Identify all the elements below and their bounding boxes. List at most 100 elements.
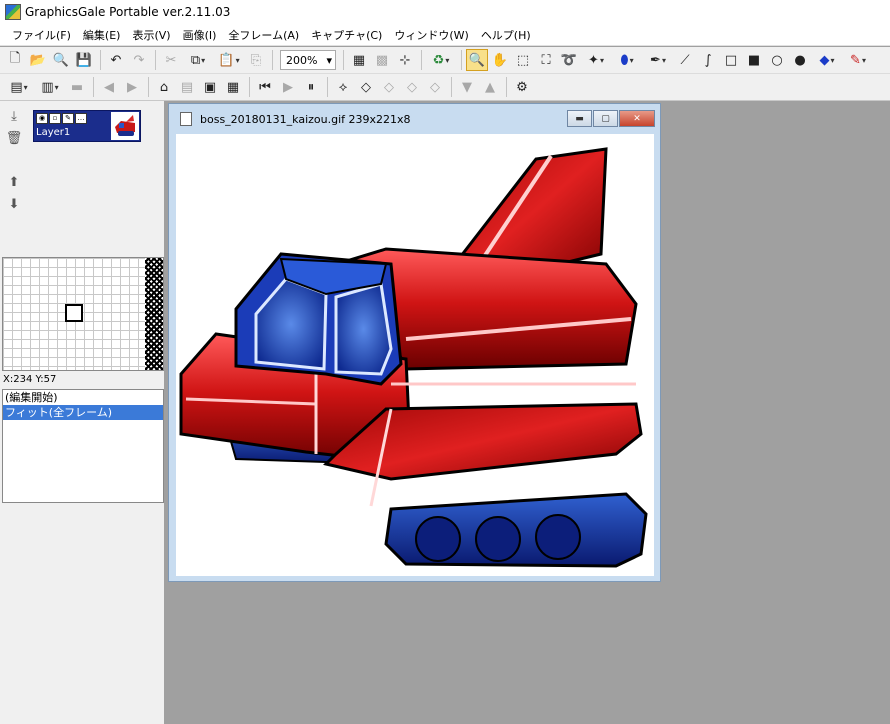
next-arrow-icon[interactable]: ▶ xyxy=(121,76,143,98)
arrow-down-icon[interactable]: ⬇ xyxy=(4,197,24,217)
move-down-icon[interactable]: ▼ xyxy=(456,76,478,98)
open-file-icon[interactable]: 📂 xyxy=(27,49,49,71)
lasso-icon[interactable]: ➰ xyxy=(558,49,580,71)
zoom-value: 200% xyxy=(286,53,318,67)
separator xyxy=(155,50,156,70)
paste-special-icon[interactable]: ⎘ xyxy=(245,49,267,71)
first-frame-icon[interactable]: ⏮ xyxy=(254,76,276,98)
transparent-pattern xyxy=(145,258,163,370)
play-icon[interactable]: ▶ xyxy=(277,76,299,98)
zoom-tool-icon[interactable]: 🔍 xyxy=(466,49,488,71)
trash-icon[interactable]: 🗑 xyxy=(4,131,24,151)
layer-merge-icon[interactable]: ▥ xyxy=(35,76,65,98)
rectangle-tool-icon[interactable]: □ xyxy=(720,49,742,71)
pixel-grid-icon[interactable]: ▩ xyxy=(371,49,393,71)
preview-grid[interactable] xyxy=(2,257,164,371)
document-icon xyxy=(180,112,192,126)
window-buttons: ▬ ▢ ✕ xyxy=(566,110,655,127)
menu-capture[interactable]: キャプチャ(C) xyxy=(305,27,388,43)
menu-file[interactable]: ファイル(F) xyxy=(6,27,77,43)
onion-remove-icon[interactable]: ◇ xyxy=(424,76,446,98)
frame-toolbar: ▤ ▥ ▬ ◀ ▶ ⌂ ▤ ▣ ▦ ⏮ ▶ ⏸ ⟡ ◇ ◇ ◇ ◇ ▼ ▲ ⚙ xyxy=(0,74,890,101)
onion-prev-icon[interactable]: ◇ xyxy=(355,76,377,98)
separator xyxy=(421,50,422,70)
layer-item[interactable]: ◉ ▫ ✎ … Layer1 xyxy=(33,110,141,142)
onion-skin-icon[interactable]: ⟡ xyxy=(332,76,354,98)
menu-window[interactable]: ウィンドウ(W) xyxy=(388,27,474,43)
menu-bar: ファイル(F) 編集(E) 表示(V) 画像(I) 全フレーム(A) キャプチャ… xyxy=(0,24,890,46)
zoom-select[interactable]: 200% ▾ xyxy=(280,50,336,70)
prev-arrow-icon[interactable]: ◀ xyxy=(98,76,120,98)
menu-image[interactable]: 画像(I) xyxy=(177,27,223,43)
line-tool-icon[interactable]: ⟋ xyxy=(674,49,696,71)
undo-icon[interactable]: ↶ xyxy=(105,49,127,71)
layer-name: Layer1 xyxy=(36,127,71,138)
menu-view[interactable]: 表示(V) xyxy=(126,27,176,43)
layer-tools: ⤓ 🗑 ⬆ ⬇ xyxy=(4,109,24,219)
selection-grid-icon[interactable]: ⊹ xyxy=(394,49,416,71)
lock-icon[interactable]: ▫ xyxy=(49,113,61,124)
frame-delete-icon[interactable]: ▦ xyxy=(222,76,244,98)
cut-icon[interactable]: ✂ xyxy=(160,49,182,71)
hand-tool-icon[interactable]: ✋ xyxy=(489,49,511,71)
frame-copy-icon[interactable]: ▣ xyxy=(199,76,221,98)
maximize-icon[interactable]: ▢ xyxy=(593,110,618,127)
save-icon[interactable]: 💾 xyxy=(73,49,95,71)
menu-help[interactable]: ヘルプ(H) xyxy=(475,27,537,43)
app-titlebar: GraphicsGale Portable ver.2.11.03 xyxy=(0,0,890,24)
fill-tool-icon[interactable]: ◆ xyxy=(812,49,842,71)
separator xyxy=(506,77,507,97)
redo-icon[interactable]: ↷ xyxy=(128,49,150,71)
document-title: boss_20180131_kaizou.gif 239x221x8 xyxy=(200,112,411,126)
curve-tool-icon[interactable]: ∫ xyxy=(697,49,719,71)
chevron-down-icon: ▾ xyxy=(326,53,332,67)
edit-icon[interactable]: ✎ xyxy=(62,113,74,124)
magic-wand-icon[interactable]: ✦ xyxy=(581,49,611,71)
app-title: GraphicsGale Portable ver.2.11.03 xyxy=(25,5,231,19)
paste-icon[interactable]: 📋 xyxy=(214,49,244,71)
new-file-icon[interactable]: 🗋 xyxy=(4,49,26,71)
magnifier-icon[interactable]: 🔍 xyxy=(50,49,72,71)
download-icon[interactable]: ⤓ xyxy=(4,109,24,129)
onion-add-icon[interactable]: ◇ xyxy=(401,76,423,98)
separator xyxy=(461,50,462,70)
color-brush-icon[interactable]: ✎ xyxy=(843,49,873,71)
left-panel: ⤓ 🗑 ⬆ ⬇ ◉ ▫ ✎ … Layer1 X:234 Y:57 (編集開始)… xyxy=(0,101,165,724)
frame-settings-icon[interactable]: ⚙ xyxy=(511,76,533,98)
copy-icon[interactable]: ⧉ xyxy=(183,49,213,71)
filled-ellipse-icon[interactable]: ● xyxy=(789,49,811,71)
document-titlebar[interactable]: boss_20180131_kaizou.gif 239x221x8 ▬ ▢ ✕ xyxy=(169,104,660,134)
main-toolbar: 🗋 📂 🔍 💾 ↶ ↷ ✂ ⧉ 📋 ⎘ 200%▾ ▦ ▩ ⊹ ♻ 🔍 ✋ ⬚ … xyxy=(0,47,890,74)
pen-tool-icon[interactable]: ✒ xyxy=(643,49,673,71)
separator xyxy=(249,77,250,97)
separator xyxy=(93,77,94,97)
separator xyxy=(327,77,328,97)
move-up-icon[interactable]: ▲ xyxy=(479,76,501,98)
more-icon[interactable]: … xyxy=(75,113,87,124)
close-icon[interactable]: ✕ xyxy=(619,110,655,127)
ellipse-tool-icon[interactable]: ○ xyxy=(766,49,788,71)
layer-thumbnail xyxy=(111,112,139,140)
onion-next-icon[interactable]: ◇ xyxy=(378,76,400,98)
rect-select-icon[interactable]: ⬚ xyxy=(512,49,534,71)
ellipse-select-icon[interactable]: ⬮ xyxy=(612,49,642,71)
minimize-icon[interactable]: ▬ xyxy=(567,110,592,127)
history-item-selected[interactable]: フィット(全フレーム) xyxy=(3,405,163,420)
menu-all-frames[interactable]: 全フレーム(A) xyxy=(222,27,305,43)
layer-add-icon[interactable]: ▤ xyxy=(4,76,34,98)
frame-add-icon[interactable]: ▤ xyxy=(176,76,198,98)
grid-icon[interactable]: ▦ xyxy=(348,49,370,71)
visibility-icon[interactable]: ◉ xyxy=(36,113,48,124)
filled-rectangle-icon[interactable]: ■ xyxy=(743,49,765,71)
history-item[interactable]: (編集開始) xyxy=(3,390,163,405)
marquee-select-icon[interactable]: ⛶ xyxy=(535,49,557,71)
layer-strip-icon[interactable]: ▬ xyxy=(66,76,88,98)
drawing-canvas[interactable] xyxy=(176,134,654,576)
cursor-coordinates: X:234 Y:57 xyxy=(3,374,57,385)
graphicsgale-icon xyxy=(5,4,21,20)
frame-properties-icon[interactable]: ⌂ xyxy=(153,76,175,98)
menu-edit[interactable]: 編集(E) xyxy=(77,27,127,43)
arrow-up-icon[interactable]: ⬆ xyxy=(4,175,24,195)
pause-icon[interactable]: ⏸ xyxy=(300,76,322,98)
color-swap-icon[interactable]: ♻ xyxy=(426,49,456,71)
